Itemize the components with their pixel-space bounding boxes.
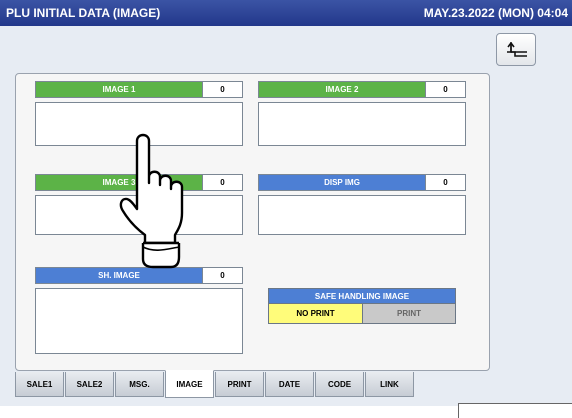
- tab-msg[interactable]: MSG.: [115, 372, 164, 397]
- pointing-hand-icon: [119, 133, 184, 269]
- tab-bar: SALE1 SALE2 MSG. IMAGE PRINT DATE CODE L…: [15, 370, 415, 400]
- disp-img-preview[interactable]: [258, 195, 466, 235]
- sh-image-value: 0: [202, 268, 242, 283]
- disp-img-value: 0: [425, 175, 465, 190]
- image2-field: IMAGE 2 0: [258, 81, 466, 146]
- image2-value: 0: [425, 82, 465, 97]
- tab-image[interactable]: IMAGE: [165, 370, 214, 398]
- image1-label: IMAGE 1: [36, 82, 202, 97]
- tab-sale1[interactable]: SALE1: [15, 372, 64, 397]
- image2-label: IMAGE 2: [259, 82, 425, 97]
- tab-date[interactable]: DATE: [265, 372, 314, 397]
- disp-img-label: DISP IMG: [259, 175, 425, 190]
- tab-link[interactable]: LINK: [365, 372, 414, 397]
- tab-sale2[interactable]: SALE2: [65, 372, 114, 397]
- image1-header[interactable]: IMAGE 1 0: [35, 81, 243, 98]
- image2-header[interactable]: IMAGE 2 0: [258, 81, 466, 98]
- print-option[interactable]: PRINT: [362, 304, 455, 323]
- back-button[interactable]: [496, 33, 536, 66]
- sh-image-field: SH. IMAGE 0: [35, 267, 243, 354]
- status-box: [458, 403, 572, 418]
- disp-img-header[interactable]: DISP IMG 0: [258, 174, 466, 191]
- image3-value: 0: [202, 175, 242, 190]
- tab-code[interactable]: CODE: [315, 372, 364, 397]
- page-title: PLU INITIAL DATA (IMAGE): [6, 6, 161, 20]
- safe-handling-image: SAFE HANDLING IMAGE NO PRINT PRINT: [268, 288, 456, 324]
- no-print-option[interactable]: NO PRINT: [269, 304, 362, 323]
- safe-handling-options: NO PRINT PRINT: [268, 304, 456, 324]
- datetime-display: MAY.23.2022 (MON) 04:04: [423, 6, 568, 20]
- title-bar: PLU INITIAL DATA (IMAGE) MAY.23.2022 (MO…: [0, 0, 572, 26]
- sh-image-label: SH. IMAGE: [36, 268, 202, 283]
- tab-print[interactable]: PRINT: [215, 372, 264, 397]
- disp-img-field: DISP IMG 0: [258, 174, 466, 235]
- image2-preview[interactable]: [258, 102, 466, 146]
- safe-handling-title: SAFE HANDLING IMAGE: [268, 288, 456, 304]
- sh-image-preview[interactable]: [35, 288, 243, 354]
- image1-value: 0: [202, 82, 242, 97]
- return-arrow-icon: [507, 42, 527, 57]
